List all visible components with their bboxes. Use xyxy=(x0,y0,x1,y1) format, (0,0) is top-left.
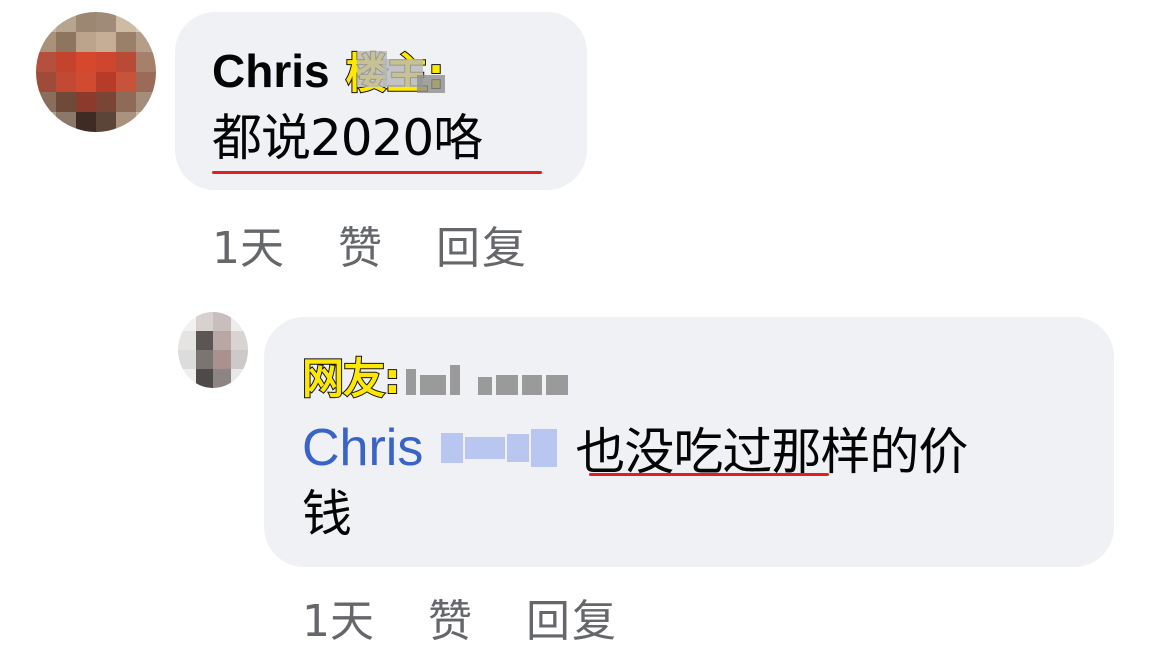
comment-author-name[interactable]: Chris xyxy=(212,44,330,98)
reply-button[interactable]: 回复 xyxy=(526,585,618,649)
netizen-tag: 网友: xyxy=(301,353,402,404)
commenter-avatar[interactable] xyxy=(36,12,156,132)
reply-text-continuation: 钱 xyxy=(302,485,352,543)
mention-link[interactable]: Chris xyxy=(302,418,423,478)
comment-text: 都说2020咯 xyxy=(212,109,483,167)
replier-avatar[interactable] xyxy=(178,312,248,388)
comment-text-underline xyxy=(212,171,542,174)
reply-timestamp[interactable]: 1天 xyxy=(302,585,374,649)
reply-button[interactable]: 回复 xyxy=(436,212,528,276)
blurred-mention-surname[interactable] xyxy=(441,427,559,469)
blurred-surname xyxy=(357,45,449,97)
like-button[interactable]: 赞 xyxy=(428,585,472,649)
reply-text-underline xyxy=(589,473,829,476)
reply-author-line: 网友: xyxy=(301,345,568,406)
like-button[interactable]: 赞 xyxy=(338,212,382,276)
comment-timestamp[interactable]: 1天 xyxy=(212,212,284,276)
comment-author-line: Chris 楼主: xyxy=(212,40,449,101)
comment-actions: 1天 赞 回复 xyxy=(212,212,528,276)
blurred-reply-author-name[interactable] xyxy=(405,357,568,395)
reply-actions: 1天 赞 回复 xyxy=(302,585,618,649)
